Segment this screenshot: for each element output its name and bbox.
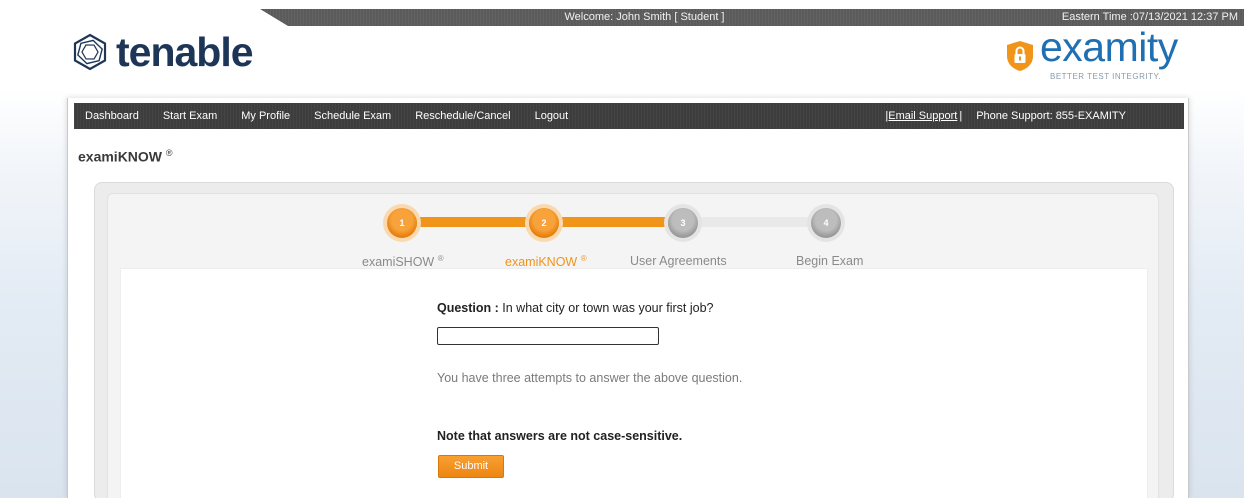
main-frame: Dashboard Start Exam My Profile Schedule… [67, 98, 1189, 498]
case-sensitivity-note: Note that answers are not case-sensitive… [437, 429, 683, 443]
step-4-label: Begin Exam [796, 254, 864, 268]
outer-panel: 1 2 3 4 examiSHOW ® examiKNOW ® User Agr… [94, 182, 1174, 498]
security-question: Question : In what city or town was your… [437, 301, 713, 315]
page-title-text: examiKNOW [78, 148, 163, 165]
lock-shield-icon [1007, 41, 1033, 71]
nav-reschedule-cancel[interactable]: Reschedule/Cancel [415, 110, 510, 122]
tenable-hexagon-icon [73, 33, 107, 71]
support-links: |Email Support | Phone Support: 855-EXAM… [885, 103, 1126, 129]
page-title: examiKNOW ® [78, 148, 173, 165]
nav-dashboard[interactable]: Dashboard [85, 110, 139, 122]
phone-support: Phone Support: 855-EXAMITY [976, 110, 1126, 122]
step-1-label-mark: ® [437, 254, 444, 263]
nav-schedule-exam[interactable]: Schedule Exam [314, 110, 391, 122]
step-2-label: examiKNOW ® [505, 254, 587, 269]
step-track-3-4 [688, 217, 830, 227]
inner-panel: 1 2 3 4 examiSHOW ® examiKNOW ® User Agr… [107, 193, 1159, 498]
step-3-label: User Agreements [630, 254, 727, 268]
nav-my-profile[interactable]: My Profile [241, 110, 290, 122]
question-card: Question : In what city or town was your… [120, 268, 1148, 498]
email-support-link[interactable]: |Email Support [885, 110, 957, 122]
support-separator: | [959, 110, 963, 122]
attempts-text: You have three attempts to answer the ab… [437, 371, 743, 385]
step-3-circle: 3 [668, 208, 698, 238]
top-navigation: Dashboard Start Exam My Profile Schedule… [74, 103, 1184, 129]
examity-logo: examity BETTER TEST INTEGRITY. [1006, 24, 1190, 86]
nav-logout[interactable]: Logout [535, 110, 569, 122]
step-2-circle: 2 [529, 208, 559, 238]
nav-start-exam[interactable]: Start Exam [163, 110, 217, 122]
step-4-circle: 4 [811, 208, 841, 238]
question-text: In what city or town was your first job? [498, 301, 714, 315]
answer-input[interactable] [437, 327, 659, 345]
tenable-wordmark: tenable [116, 28, 254, 75]
step-track-2-3 [544, 217, 688, 227]
question-label: Question : [437, 301, 499, 315]
examity-wordmark: examity [1040, 24, 1178, 70]
step-1-label: examiSHOW ® [362, 254, 444, 269]
tenable-logo: tenable [70, 28, 254, 75]
submit-button[interactable]: Submit [438, 455, 504, 478]
step-2-label-mark: ® [580, 254, 587, 263]
step-1-circle: 1 [387, 208, 417, 238]
page-title-mark: ® [165, 148, 173, 158]
examity-tagline: BETTER TEST INTEGRITY. [1050, 72, 1162, 81]
